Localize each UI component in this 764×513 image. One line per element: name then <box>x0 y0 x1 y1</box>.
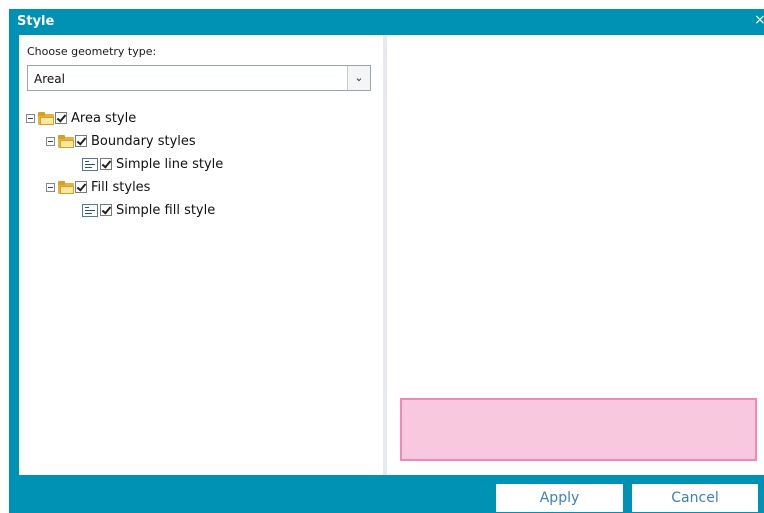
style-tree: Area style Boundary styles Simple line s… <box>19 35 383 475</box>
style-symbol-icon <box>82 157 98 171</box>
tree-node-label: Boundary styles <box>91 133 196 149</box>
left-panel: Choose geometry type: Areal ⌄ Area style… <box>19 35 383 475</box>
fill-styles-checkbox[interactable] <box>75 181 87 193</box>
dialog-footer: Apply Cancel <box>9 475 764 513</box>
apply-button[interactable]: Apply <box>496 484 623 512</box>
tree-node-simple-line-style[interactable]: Simple line style <box>82 155 223 173</box>
style-preview-swatch <box>400 398 757 461</box>
close-icon[interactable]: × <box>754 12 764 28</box>
folder-icon <box>38 111 54 125</box>
tree-node-area-style[interactable]: Area style <box>26 109 136 127</box>
dialog-titlebar: Style × <box>9 9 764 35</box>
collapse-toggle-icon[interactable] <box>46 182 55 192</box>
area-style-checkbox[interactable] <box>55 112 67 124</box>
tree-node-label: Simple fill style <box>116 202 216 218</box>
tree-node-label: Simple line style <box>116 156 224 172</box>
style-symbol-icon <box>82 203 98 217</box>
dialog-frame-left <box>9 35 19 475</box>
tree-node-fill-styles[interactable]: Fill styles <box>46 178 150 196</box>
collapse-toggle-icon[interactable] <box>26 113 35 123</box>
folder-icon <box>58 180 74 194</box>
tree-node-boundary-styles[interactable]: Boundary styles <box>46 132 196 150</box>
cancel-button[interactable]: Cancel <box>632 484 758 512</box>
tree-node-label: Area style <box>71 110 137 126</box>
tree-node-simple-fill-style[interactable]: Simple fill style <box>82 201 215 219</box>
boundary-styles-checkbox[interactable] <box>75 135 87 147</box>
collapse-toggle-icon[interactable] <box>46 136 55 146</box>
right-panel <box>387 35 764 475</box>
simple-line-style-checkbox[interactable] <box>100 158 112 170</box>
tree-node-label: Fill styles <box>91 179 151 195</box>
folder-icon <box>58 134 74 148</box>
dialog-title: Style <box>17 14 55 29</box>
simple-fill-style-checkbox[interactable] <box>100 204 112 216</box>
